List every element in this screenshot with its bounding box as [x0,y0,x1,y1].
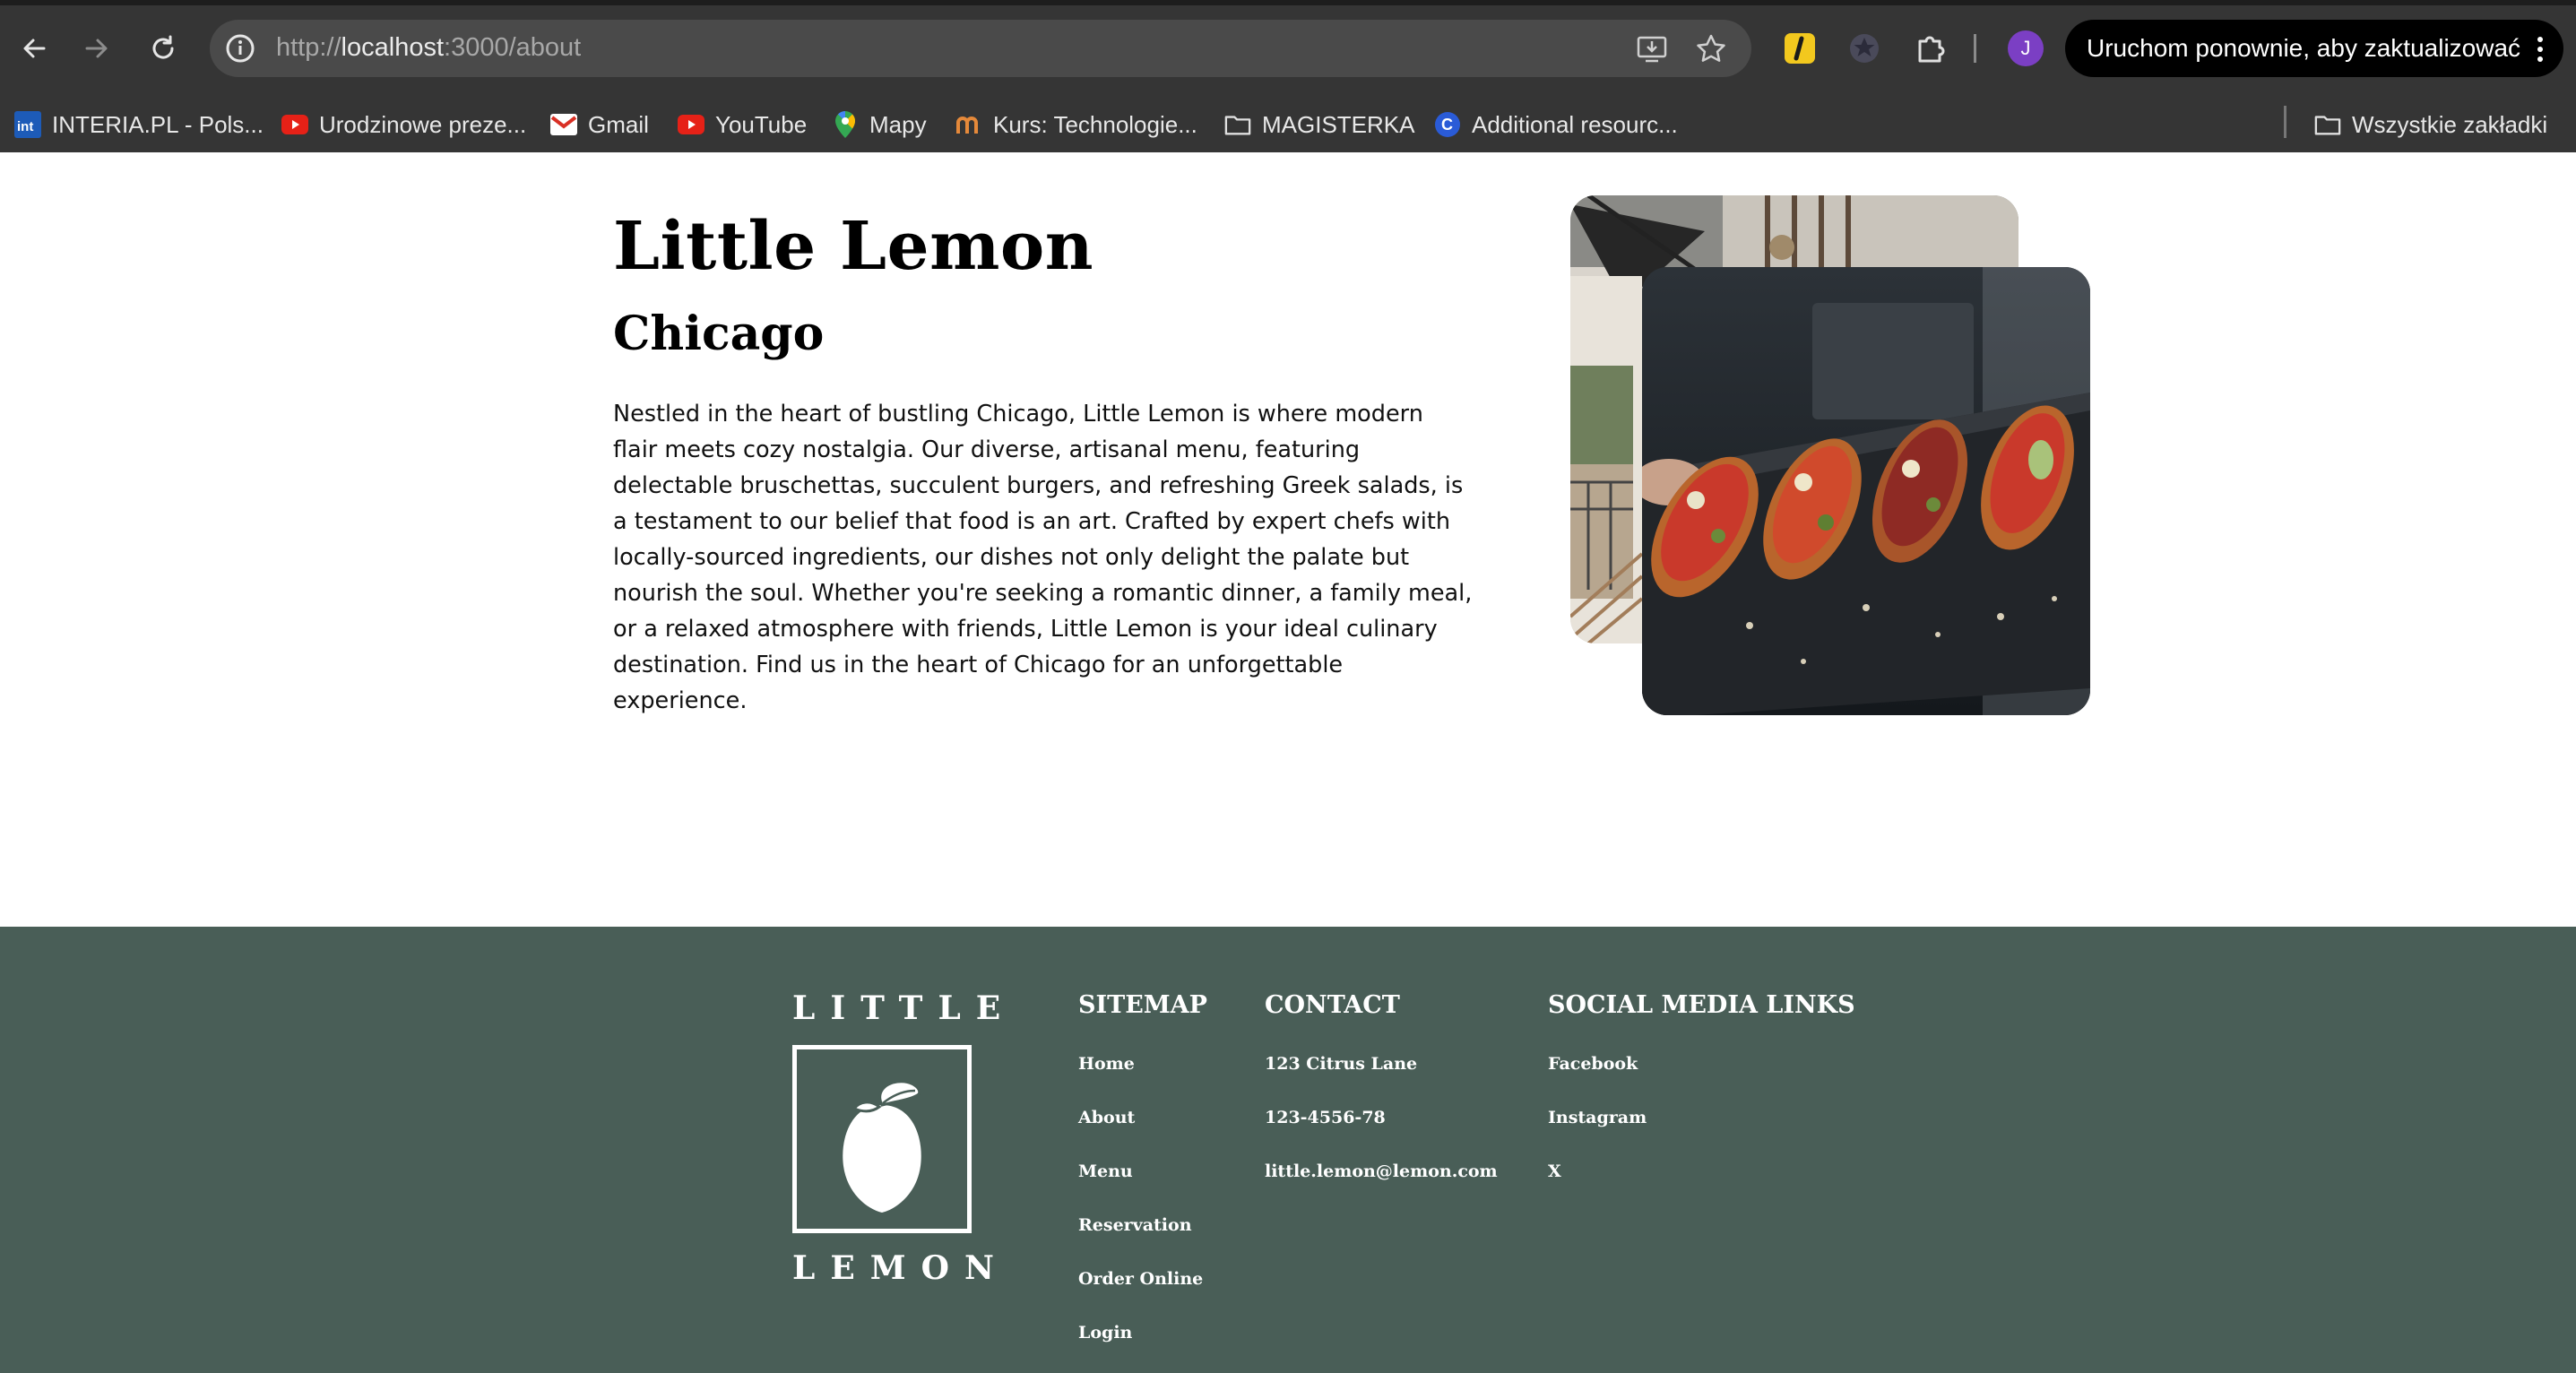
install-app-icon[interactable] [1635,32,1669,66]
social-link-x[interactable]: X [1548,1161,1561,1181]
bookmarks-separator [2284,106,2286,138]
all-bookmarks-button[interactable]: Wszystkie zakładki [2314,97,2547,152]
interia-icon: int [14,111,41,138]
bookmark-gmail[interactable]: Gmail [550,97,649,152]
social-link-instagram[interactable]: Instagram [1548,1108,1647,1127]
bookmark-mapy[interactable]: Mapy [832,97,927,152]
footer-link-reservation[interactable]: Reservation [1078,1215,1192,1235]
footer-link-order-online[interactable]: Order Online [1078,1269,1203,1289]
bookmark-star-icon[interactable] [1694,32,1728,66]
maps-icon [832,111,859,138]
page-title: Little Lemon [613,208,1094,285]
svg-text:C: C [1441,116,1453,134]
update-restart-label: Uruchom ponownie, aby zaktualizować [2087,34,2521,62]
youtube-icon [281,111,308,138]
bookmark-label: YouTube [715,110,808,138]
contact-email[interactable]: little.lemon@lemon.com [1265,1161,1498,1181]
gmail-icon [550,111,577,138]
tab-strip [0,0,2576,5]
back-arrow-icon [23,39,46,58]
bookmark-youtube[interactable]: YouTube [678,97,807,152]
extensions-puzzle-icon[interactable] [1913,30,1949,66]
all-bookmarks-label: Wszystkie zakładki [2352,110,2548,138]
bruschetta-dish-photo [1642,267,2090,715]
toolbar-separator [1974,34,1976,63]
site-info-icon[interactable] [224,32,256,65]
social-link-facebook[interactable]: Facebook [1548,1054,1638,1074]
folder-icon [2314,111,2341,138]
bookmark-label: Gmail [588,110,649,138]
bookmark-urodzinowe[interactable]: Urodzinowe preze... [281,97,526,152]
youtube-icon [678,111,705,138]
coursera-icon: C [1434,111,1461,138]
forward-arrow-icon [85,39,108,58]
page-subtitle: Chicago [613,307,825,361]
contact-address: 123 Citrus Lane [1265,1054,1418,1074]
update-restart-button[interactable]: Uruchom ponownie, aby zaktualizować [2065,20,2563,77]
bookmarks-bar: int INTERIA.PL - Pols... Urodzinowe prez… [0,97,2576,152]
social-heading: SOCIAL MEDIA LINKS [1548,991,1855,1019]
footer-link-menu[interactable]: Menu [1078,1161,1133,1181]
extension-yellow-icon[interactable] [1782,30,1818,66]
logo-word-top: LITTLE [792,989,1016,1027]
footer-contact: CONTACT 123 Citrus Lane 123-4556-78 litt… [1265,991,1498,1181]
extension-dark-icon[interactable] [1846,30,1882,66]
lemon-icon [843,1080,921,1213]
course-icon [955,111,982,138]
forward-button[interactable] [73,25,120,72]
profile-avatar[interactable]: J [2008,30,2044,66]
bookmark-magisterka[interactable]: MAGISTERKA [1224,97,1414,152]
bookmark-label: Mapy [869,110,927,138]
address-bar[interactable]: http://localhost:3000/about [210,20,1751,77]
about-description: Nestled in the heart of bustling Chicago… [613,401,1473,714]
reload-icon [152,35,174,59]
footer-link-login[interactable]: Login [1078,1323,1132,1343]
browser-toolbar: http://localhost:3000/about J Uruchom po… [0,0,2576,97]
more-menu-icon[interactable] [2537,36,2544,63]
lemon-logo[interactable] [792,1045,972,1233]
footer-sitemap: SITEMAP Home About Menu Reservation Orde… [1078,991,1207,1343]
footer-social: SOCIAL MEDIA LINKS Facebook Instagram X [1548,991,1855,1181]
svg-text:int: int [17,119,33,134]
contact-heading: CONTACT [1265,991,1400,1019]
bookmark-label: Additional resourc... [1472,110,1678,138]
bookmark-label: Urodzinowe preze... [319,110,527,138]
logo-word-bottom: LEMON [792,1249,1009,1287]
url-text[interactable]: http://localhost:3000/about [276,33,581,63]
footer-link-home[interactable]: Home [1078,1054,1135,1074]
folder-icon [1224,111,1251,138]
contact-phone: 123-4556-78 [1265,1108,1386,1127]
sitemap-heading: SITEMAP [1078,991,1207,1019]
footer-link-about[interactable]: About [1078,1108,1135,1127]
bookmark-label: Kurs: Technologie... [993,110,1197,138]
bookmark-kurs[interactable]: Kurs: Technologie... [955,97,1197,152]
bookmark-label: INTERIA.PL - Pols... [52,110,264,138]
back-button[interactable] [11,25,57,72]
bookmark-label: MAGISTERKA [1262,110,1415,138]
site-footer: LITTLE LEMON SITEMAP Home About Menu Res… [0,927,2576,1373]
bookmark-additional[interactable]: C Additional resourc... [1434,97,1678,152]
reload-button[interactable] [140,25,186,72]
bookmark-interia[interactable]: int INTERIA.PL - Pols... [14,97,264,152]
